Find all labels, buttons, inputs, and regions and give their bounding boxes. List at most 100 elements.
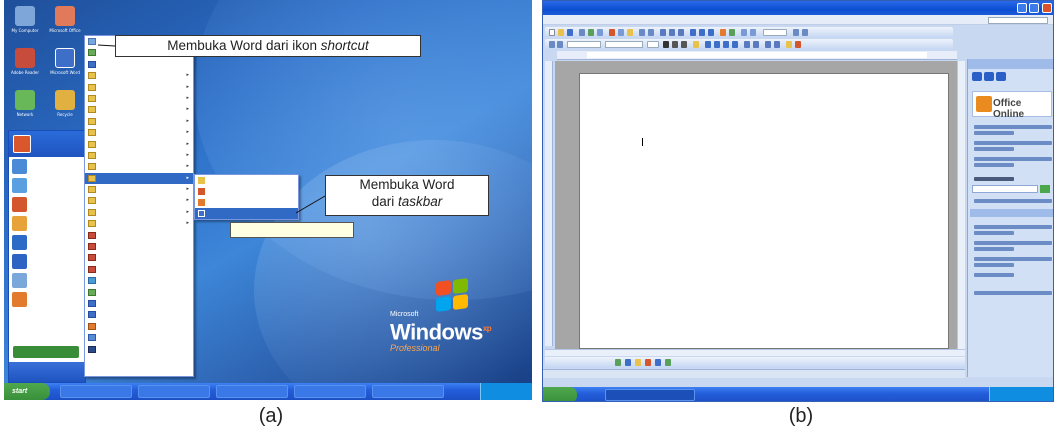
start-menu-item[interactable] (9, 233, 85, 252)
recent-file-link[interactable] (974, 257, 1052, 261)
program-menu-item[interactable]: ▸ (85, 93, 193, 104)
task-pane-link[interactable] (974, 131, 1014, 135)
start-menu-item[interactable] (9, 214, 85, 233)
program-menu-item[interactable] (85, 309, 193, 320)
start-menu-item[interactable] (9, 176, 85, 195)
font-size-box[interactable] (647, 41, 659, 48)
recent-file-link[interactable] (974, 263, 1014, 267)
toolbar-icon[interactable] (741, 29, 747, 36)
taskbar-button[interactable] (60, 385, 132, 398)
start-menu-item[interactable] (9, 195, 85, 214)
toolbar-icon[interactable] (645, 359, 651, 366)
office-submenu-item[interactable] (195, 197, 298, 208)
start-button[interactable]: start (4, 383, 50, 400)
help-search-input[interactable] (988, 17, 1048, 24)
desktop-icon[interactable]: Microsoft Office (46, 4, 84, 44)
toolbar-icon[interactable] (690, 29, 696, 36)
toolbar-icon[interactable] (720, 29, 726, 36)
home-icon[interactable] (996, 72, 1006, 81)
start-menu-item[interactable] (9, 290, 85, 309)
recent-file-link[interactable] (974, 273, 1014, 277)
recent-file-link[interactable] (974, 231, 1014, 235)
program-menu-item[interactable]: ▸ (85, 150, 193, 161)
toolbar-icon[interactable] (648, 29, 654, 36)
maximize-icon[interactable] (1029, 3, 1039, 13)
forward-icon[interactable] (984, 72, 994, 81)
toolbar-icon[interactable] (669, 29, 675, 36)
toolbar-icon[interactable] (793, 29, 799, 36)
recent-file-link[interactable] (974, 247, 1014, 251)
taskbar-button[interactable] (372, 385, 444, 398)
bold-icon[interactable] (663, 41, 669, 48)
program-menu-item[interactable] (85, 344, 193, 355)
toolbar-icon[interactable] (699, 29, 705, 36)
toolbar-icon[interactable] (729, 29, 735, 36)
desktop-icon[interactable]: Adobe Reader (6, 46, 44, 86)
start-button[interactable] (543, 387, 577, 401)
create-document-link[interactable] (974, 291, 1052, 295)
style-dropdown[interactable] (567, 41, 601, 48)
toolbar-icon[interactable] (708, 29, 714, 36)
recent-file-link[interactable] (974, 225, 1052, 229)
underline-icon[interactable] (681, 41, 687, 48)
program-menu-item[interactable]: ▸ (85, 104, 193, 115)
program-menu-item[interactable] (85, 230, 193, 241)
toolbar-icon[interactable] (549, 41, 555, 48)
program-menu-item[interactable]: ▸ (85, 161, 193, 172)
toolbar-icon[interactable] (786, 41, 792, 48)
desktop-icon[interactable]: My Computer (6, 4, 44, 44)
program-menu-item[interactable]: ▸ (85, 207, 193, 218)
toolbar-icon[interactable] (750, 29, 756, 36)
toolbar-icon[interactable] (705, 41, 711, 48)
all-programs-button[interactable] (13, 346, 79, 358)
taskbar-button[interactable] (216, 385, 288, 398)
word-menu-item[interactable] (195, 208, 298, 219)
task-pane-link[interactable] (974, 199, 1052, 203)
new-icon[interactable] (549, 29, 555, 36)
minimize-icon[interactable] (1017, 3, 1027, 13)
toolbar-icon[interactable] (795, 41, 801, 48)
toolbar-icon[interactable] (678, 29, 684, 36)
word-shortcut-icon[interactable]: Microsoft Word (46, 46, 84, 86)
start-menu-item[interactable] (9, 271, 85, 290)
toolbar-icon[interactable] (765, 41, 771, 48)
desktop-icon[interactable]: Recycle (46, 88, 84, 128)
toolbar-icon[interactable] (714, 41, 720, 48)
toolbar-icon[interactable] (579, 29, 585, 36)
program-menu-item[interactable]: ▸ (85, 139, 193, 150)
italic-icon[interactable] (672, 41, 678, 48)
start-menu-item[interactable] (9, 252, 85, 271)
toolbar-icon[interactable] (618, 29, 624, 36)
program-menu-item[interactable] (85, 59, 193, 70)
toolbar-icon[interactable] (615, 359, 621, 366)
program-menu-item[interactable]: ▸ (85, 127, 193, 138)
start-menu-item[interactable] (9, 157, 85, 176)
taskbar-button[interactable] (294, 385, 366, 398)
taskbar-button[interactable] (138, 385, 210, 398)
toolbar-icon[interactable] (660, 29, 666, 36)
office-submenu-item[interactable] (195, 186, 298, 197)
program-menu-item[interactable] (85, 321, 193, 332)
toolbar-icon[interactable] (753, 41, 759, 48)
program-menu-item[interactable]: ▸ (85, 82, 193, 93)
horizontal-scrollbar[interactable] (545, 349, 965, 356)
back-icon[interactable] (972, 72, 982, 81)
close-icon[interactable] (1042, 3, 1052, 13)
toolbar-icon[interactable] (802, 29, 808, 36)
program-menu-item[interactable] (85, 241, 193, 252)
toolbar-icon[interactable] (609, 29, 615, 36)
toolbar-icon[interactable] (639, 29, 645, 36)
program-menu-item[interactable]: ▸ (85, 218, 193, 229)
toolbar-icon[interactable] (774, 41, 780, 48)
toolbar-icon[interactable] (665, 359, 671, 366)
taskbar-button-word[interactable] (605, 389, 695, 401)
save-icon[interactable] (567, 29, 573, 36)
toolbar-icon[interactable] (627, 29, 633, 36)
program-menu-item[interactable] (85, 298, 193, 309)
toolbar-icon[interactable] (597, 29, 603, 36)
program-menu-item[interactable] (85, 252, 193, 263)
program-menu-item[interactable] (85, 275, 193, 286)
toolbar-icon[interactable] (655, 359, 661, 366)
zoom-box[interactable] (763, 29, 787, 36)
task-pane-link[interactable] (974, 125, 1052, 129)
